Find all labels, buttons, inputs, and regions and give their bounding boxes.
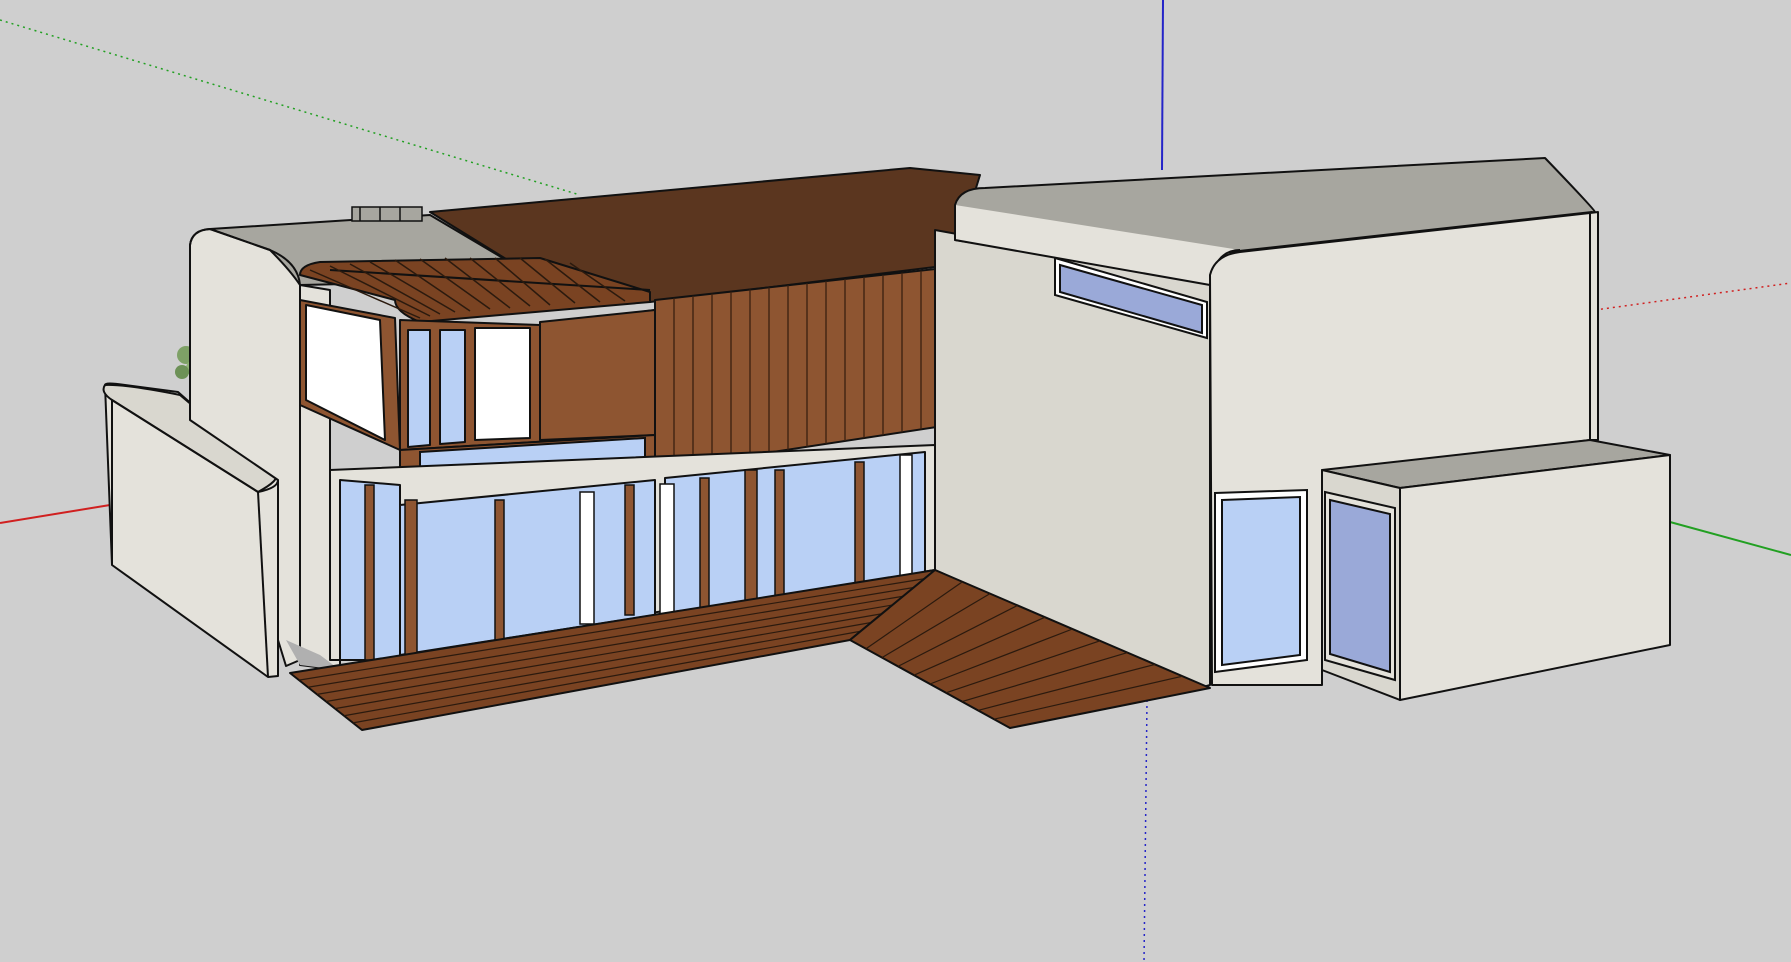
red-axis-left [0, 504, 111, 524]
green-axis [1669, 521, 1791, 556]
blue-axis-top [1161, 0, 1164, 171]
annex-door[interactable] [1324, 490, 1396, 682]
sketchup-viewport[interactable] [0, 0, 1791, 962]
right-patio-door[interactable] [1214, 488, 1308, 674]
roof-skylight [351, 206, 423, 222]
red-axis-dotted [1594, 282, 1791, 311]
3d-model-scene[interactable] [0, 0, 1791, 962]
green-axis-dotted [0, 19, 581, 196]
upper-left-glazed-box[interactable] [299, 299, 656, 451]
blue-axis-dotted [1143, 699, 1148, 962]
